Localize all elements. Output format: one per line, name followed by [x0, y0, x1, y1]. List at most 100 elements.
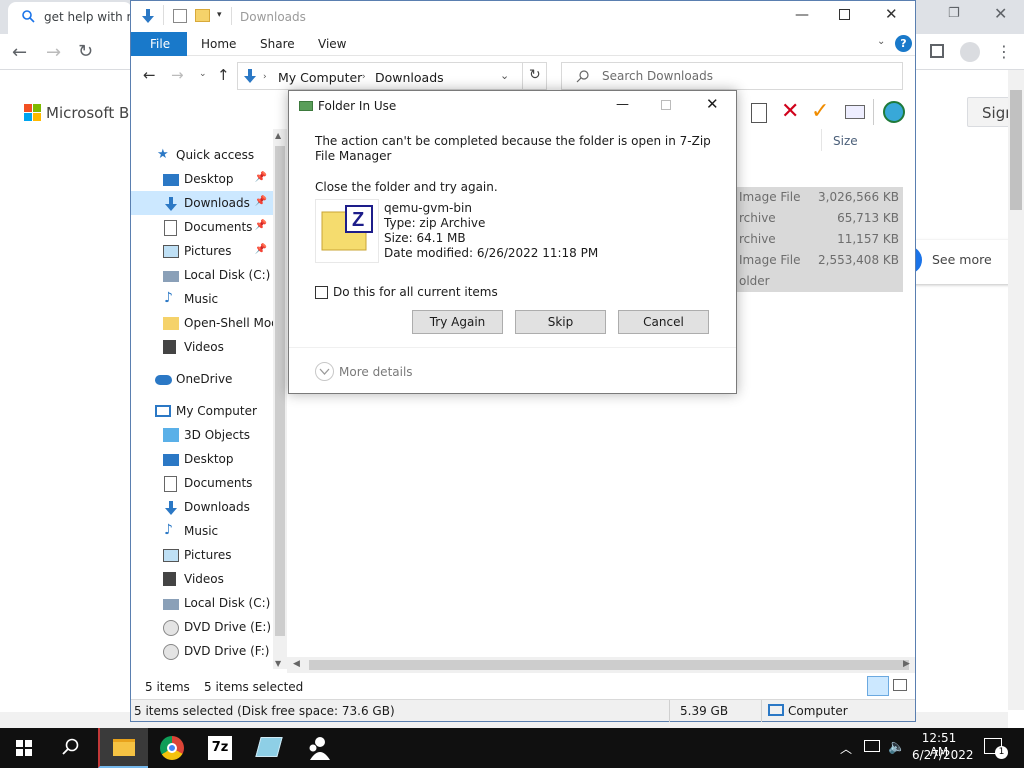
reload-icon[interactable]: ↻	[78, 41, 93, 62]
search-input[interactable]: Search Downloads	[561, 62, 903, 90]
tab-share[interactable]: Share	[260, 37, 295, 51]
nav-item-downloads[interactable]: Downloads	[131, 495, 273, 519]
nav-item-documents[interactable]: Documents	[131, 471, 273, 495]
nav-item-open-shell[interactable]: Open-Shell Mod	[131, 311, 273, 335]
tab-view[interactable]: View	[318, 37, 346, 51]
more-details-toggle[interactable]: More details	[339, 365, 413, 379]
file-size: 2,553,408 KB	[818, 253, 899, 267]
people-icon[interactable]	[306, 736, 330, 760]
up-icon[interactable]: ↑	[217, 66, 230, 84]
tab-home[interactable]: Home	[201, 37, 236, 51]
nav-my-computer[interactable]: My Computer	[131, 399, 273, 423]
table-row[interactable]: Image File 2,553,408 KB	[737, 250, 903, 271]
ribbon-expand-icon[interactable]: ⌄	[877, 36, 885, 47]
apply-all-label[interactable]: Do this for all current items	[333, 285, 498, 299]
tab-file[interactable]: File	[131, 32, 187, 56]
refresh-icon[interactable]: ↻	[529, 67, 541, 83]
address-dropdown-icon[interactable]: ⌄	[500, 69, 509, 82]
nav-item-downloads[interactable]: Downloads 📌	[131, 191, 273, 215]
nav-item-dvd-e[interactable]: DVD Drive (E:) d-	[131, 615, 273, 639]
nav-item-music[interactable]: ♪ Music	[131, 287, 273, 311]
minimize-icon[interactable]: —	[795, 7, 809, 23]
nav-item-videos[interactable]: Videos	[131, 567, 273, 591]
info-icon[interactable]	[845, 105, 865, 119]
sidepanel-icon[interactable]	[930, 44, 944, 58]
nav-onedrive[interactable]: OneDrive	[131, 367, 273, 391]
chevron-down-icon[interactable]	[315, 362, 334, 381]
items-selected: 5 items selected	[204, 680, 304, 694]
delete-icon[interactable]: ✕	[781, 99, 799, 124]
breadcrumb-my-computer[interactable]: My Computer	[278, 70, 362, 85]
properties-icon[interactable]	[173, 9, 187, 23]
recent-dropdown-icon[interactable]: ⌄	[199, 69, 207, 79]
notepad-icon[interactable]	[255, 737, 283, 757]
close-icon[interactable]: ✕	[994, 4, 1007, 23]
customize-dropdown-icon[interactable]: ▾	[217, 10, 222, 20]
table-row[interactable]: rchive 11,157 KB	[737, 229, 903, 250]
tray-expand-icon[interactable]: ︿	[840, 740, 852, 757]
nav-item-music[interactable]: ♪ Music	[131, 519, 273, 543]
list-hscroll-thumb[interactable]	[309, 660, 909, 670]
globe-icon[interactable]	[883, 101, 905, 123]
nav-item-3d-objects[interactable]: 3D Objects	[131, 423, 273, 447]
help-icon[interactable]: ?	[895, 35, 912, 52]
nav-item-local-disk[interactable]: Local Disk (C:)	[131, 591, 273, 615]
apply-all-checkbox[interactable]	[315, 286, 328, 299]
sevenzip-icon[interactable]: 7z	[208, 736, 232, 760]
scroll-left-icon[interactable]: ◀	[293, 659, 300, 669]
search-icon[interactable]	[62, 738, 80, 756]
table-row[interactable]: rchive 65,713 KB	[737, 208, 903, 229]
menu-icon[interactable]: ⋮	[996, 42, 1012, 61]
nav-item-pictures[interactable]: Pictures 📌	[131, 239, 273, 263]
maximize-icon[interactable]	[839, 9, 850, 20]
chrome-tab-title: get help with no	[44, 10, 142, 24]
ribbon: File Home Share View ⌄ ?	[131, 32, 915, 56]
nav-item-pictures[interactable]: Pictures	[131, 543, 273, 567]
windows-start-icon[interactable]	[16, 740, 32, 756]
nav-quick-access[interactable]: ★ Quick access	[131, 143, 273, 167]
download-arrow-icon	[140, 8, 156, 24]
table-row[interactable]: Image File 3,026,566 KB	[737, 187, 903, 208]
back-icon[interactable]: ←	[143, 66, 156, 84]
column-header-size[interactable]: Size	[833, 134, 858, 148]
checkmark-icon[interactable]: ✓	[811, 99, 829, 124]
forward-icon[interactable]: →	[46, 42, 61, 63]
scroll-down-icon[interactable]: ▼	[275, 659, 281, 668]
close-icon[interactable]: ✕	[885, 5, 898, 23]
profile-icon[interactable]	[960, 42, 980, 62]
details-view-icon[interactable]	[867, 676, 889, 696]
nav-item-videos[interactable]: Videos	[131, 335, 273, 359]
cancel-button[interactable]: Cancel	[618, 310, 709, 334]
nav-item-local-disk[interactable]: Local Disk (C:)	[131, 263, 273, 287]
file-type: Image File	[739, 253, 801, 267]
back-icon[interactable]: ←	[12, 42, 27, 63]
scroll-right-icon[interactable]: ▶	[903, 659, 910, 669]
nav-scroll-thumb[interactable]	[275, 146, 285, 636]
breadcrumb-chevron-icon: ›	[263, 72, 267, 82]
skip-button[interactable]: Skip	[515, 310, 606, 334]
close-icon[interactable]: ✕	[706, 95, 719, 113]
file-type: rchive	[739, 211, 776, 225]
try-again-button[interactable]: Try Again	[412, 310, 503, 334]
nav-item-documents[interactable]: Documents 📌	[131, 215, 273, 239]
large-icons-view-icon[interactable]	[893, 679, 907, 691]
scroll-up-icon[interactable]: ▲	[275, 131, 281, 140]
see-more-link[interactable]: See more	[932, 252, 992, 267]
minimize-icon[interactable]: —	[616, 97, 629, 112]
breadcrumb-downloads[interactable]: Downloads	[375, 70, 444, 85]
nav-item-desktop[interactable]: Desktop 📌	[131, 167, 273, 191]
chrome-icon[interactable]	[160, 736, 184, 760]
forward-icon[interactable]: →	[171, 66, 184, 84]
network-icon[interactable]	[864, 740, 880, 752]
new-folder-icon[interactable]	[195, 9, 210, 22]
nav-item-desktop[interactable]: Desktop	[131, 447, 273, 471]
clock-date[interactable]: 6/27/2022	[912, 748, 974, 762]
restore-icon[interactable]: ❐	[948, 6, 960, 21]
chrome-scroll-thumb[interactable]	[1010, 90, 1022, 210]
volume-icon[interactable]: 🔈	[888, 739, 905, 755]
nav-item-dvd-f[interactable]: DVD Drive (F:) H	[131, 639, 273, 663]
taskbar-explorer[interactable]	[98, 728, 148, 768]
address-input[interactable]: › My Computer › Downloads ⌄ ↻	[237, 62, 547, 90]
table-row[interactable]: older	[737, 271, 903, 292]
clipboard-icon[interactable]	[751, 103, 767, 123]
